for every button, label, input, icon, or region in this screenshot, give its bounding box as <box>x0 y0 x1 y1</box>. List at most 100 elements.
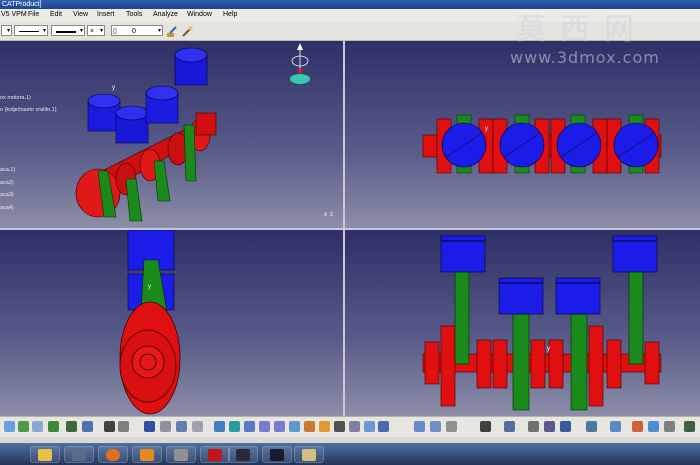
layer-icon: ▯ <box>113 28 117 35</box>
taskbar-app-i[interactable] <box>132 446 162 463</box>
window-title: CATProduct] <box>2 1 42 8</box>
menu-analyze[interactable]: Analyze <box>153 11 178 18</box>
clash-icon[interactable] <box>544 421 555 432</box>
chevron-down-icon: ▾ <box>157 28 161 34</box>
autocad-icon <box>208 449 222 461</box>
transparency-select[interactable]: ▯ 0 ▾ <box>111 25 163 36</box>
material-icon[interactable] <box>632 421 643 432</box>
pistons-front <box>440 235 658 315</box>
top-view-model: y <box>422 114 662 174</box>
menu-edit[interactable]: Edit <box>50 11 62 18</box>
product-icon[interactable] <box>176 421 187 432</box>
firefox-icon <box>106 449 120 461</box>
menu-file[interactable]: File <box>28 11 39 18</box>
side-view-model: y <box>119 230 181 415</box>
color-select[interactable]: ▾ <box>1 25 12 36</box>
axis-label-y: y <box>148 284 151 290</box>
menu-help[interactable]: Help <box>223 11 237 18</box>
viewport-divider-horizontal[interactable] <box>0 228 700 230</box>
line-weight-preview-icon <box>56 31 76 33</box>
compass-icon[interactable] <box>290 43 310 84</box>
chevron-down-icon: ▾ <box>79 28 83 34</box>
shading-icon[interactable] <box>319 421 330 432</box>
fit-all-icon[interactable] <box>214 421 225 432</box>
taskbar-paint[interactable] <box>294 446 324 463</box>
render-icon[interactable] <box>684 421 695 432</box>
taskbar-app-grey[interactable] <box>166 446 196 463</box>
taskbar-media[interactable] <box>64 446 94 463</box>
folder-icon <box>38 449 52 461</box>
viewport-isometric[interactable]: ox motora.1) o (kolječnasto vratilo.1) a… <box>0 41 343 228</box>
view-mode-icon[interactable] <box>364 421 375 432</box>
fly-mode-icon[interactable] <box>4 421 15 432</box>
taskbar-app-dark[interactable] <box>262 446 292 463</box>
menu-insert[interactable]: Insert <box>97 11 115 18</box>
taskbar-firefox[interactable] <box>98 446 128 463</box>
redo-icon[interactable] <box>66 421 77 432</box>
normal-view-icon[interactable] <box>289 421 300 432</box>
rotate-icon[interactable] <box>244 421 255 432</box>
properties-brush-icon[interactable] <box>181 25 193 37</box>
chevron-down-icon: ▾ <box>42 28 46 34</box>
axis-triad-icon: x z <box>324 212 333 218</box>
capture-icon[interactable] <box>378 421 389 432</box>
bottom-toolbar <box>0 416 700 437</box>
app-dark-icon <box>270 449 284 461</box>
front-view-model: y <box>422 235 662 411</box>
publication-icon[interactable] <box>664 421 675 432</box>
viewport-top-view[interactable]: y <box>345 41 700 228</box>
comment-icon[interactable] <box>118 421 129 432</box>
properties-icon[interactable] <box>192 421 203 432</box>
viewport-side-view[interactable]: y <box>0 230 343 416</box>
catalog-icon[interactable] <box>144 421 155 432</box>
app-icon <box>174 449 188 461</box>
analysis-icon[interactable] <box>430 421 441 432</box>
menu-window[interactable]: Window <box>187 11 212 18</box>
scene-icon[interactable] <box>586 421 597 432</box>
graphic-properties-toolbar: ▾ ▾ ▾ × ▾ ▯ 0 ▾ <box>0 22 700 41</box>
taskbar-catia[interactable] <box>228 446 258 463</box>
catia-icon <box>236 449 250 461</box>
menu-bar: V5 VPM File Edit View Insert Tools Analy… <box>0 9 700 22</box>
axis-label-x: x <box>324 212 327 218</box>
zoom-out-icon[interactable] <box>274 421 285 432</box>
formula-icon[interactable] <box>104 421 115 432</box>
apply-material-icon[interactable] <box>648 421 659 432</box>
painter-icon[interactable] <box>166 25 178 37</box>
workbench-label: V5 VPM <box>1 11 27 18</box>
window-title-bar: CATProduct] <box>0 0 700 9</box>
constraint-icon[interactable] <box>446 421 457 432</box>
axis-label-y: y <box>112 85 115 91</box>
transparency-value: 0 <box>132 28 136 35</box>
explode-icon[interactable] <box>528 421 539 432</box>
taskbar-explorer[interactable] <box>30 446 60 463</box>
geometry-area[interactable]: ox motora.1) o (kolječnasto vratilo.1) a… <box>0 41 700 416</box>
pan-icon[interactable] <box>229 421 240 432</box>
axis-label-y: y <box>485 126 488 132</box>
taskbar-autocad[interactable] <box>200 446 230 463</box>
chevron-down-icon: ▾ <box>6 28 10 34</box>
paint-icon <box>302 449 316 461</box>
point-symbol-select[interactable]: × ▾ <box>87 25 105 36</box>
line-preview-icon <box>19 31 39 32</box>
whats-this-icon[interactable] <box>82 421 93 432</box>
iso-view-icon[interactable] <box>304 421 315 432</box>
update-icon[interactable] <box>18 421 29 432</box>
sketch-icon[interactable] <box>414 421 425 432</box>
swap-visible-space-icon[interactable] <box>349 421 360 432</box>
lineweight-select[interactable]: ▾ <box>51 25 85 36</box>
manipulation-icon[interactable] <box>480 421 491 432</box>
viewport-front-view[interactable]: y <box>345 230 700 416</box>
iso-assembly-model: y x z <box>75 43 333 222</box>
menu-view[interactable]: View <box>73 11 88 18</box>
linetype-select[interactable]: ▾ <box>14 25 48 36</box>
measure-icon[interactable] <box>160 421 171 432</box>
menu-tools[interactable]: Tools <box>126 11 142 18</box>
bom-icon[interactable] <box>610 421 621 432</box>
undo-icon[interactable] <box>48 421 59 432</box>
paste-icon[interactable] <box>32 421 43 432</box>
sectioning-icon[interactable] <box>560 421 571 432</box>
zoom-in-icon[interactable] <box>259 421 270 432</box>
snap-icon[interactable] <box>504 421 515 432</box>
hide-show-icon[interactable] <box>334 421 345 432</box>
